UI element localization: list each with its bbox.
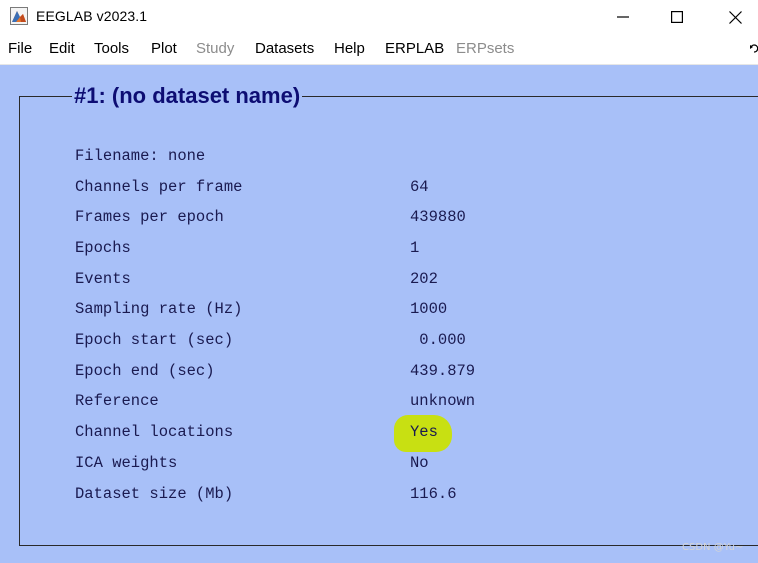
info-value: 1000 — [410, 300, 448, 318]
info-row-channels: Channels per frame 64 — [75, 178, 675, 198]
info-row-epochs: Epochs 1 — [75, 239, 675, 259]
info-label: Channel locations — [75, 423, 234, 441]
minimize-icon — [617, 16, 629, 18]
close-icon — [728, 10, 742, 24]
menu-overflow-icon[interactable] — [749, 42, 758, 56]
info-value: 439.879 — [410, 362, 476, 380]
info-row-reference: Reference unknown — [75, 392, 675, 412]
info-row-events: Events 202 — [75, 270, 675, 290]
info-label: ICA weights — [75, 454, 178, 472]
info-value: unknown — [410, 392, 476, 410]
matlab-icon — [10, 7, 28, 25]
maximize-icon — [671, 11, 683, 23]
info-label: Channels per frame — [75, 178, 243, 196]
info-value: 202 — [410, 270, 438, 288]
info-label: Epochs — [75, 239, 131, 257]
info-value: 116.6 — [410, 485, 457, 503]
info-value: 64 — [410, 178, 429, 196]
info-row-frames: Frames per epoch 439880 — [75, 208, 675, 228]
info-value: 0.000 — [410, 331, 466, 349]
menu-study[interactable]: Study — [196, 40, 234, 57]
info-value: No — [410, 454, 429, 472]
info-label: Filename: none — [75, 147, 206, 165]
menu-file[interactable]: File — [8, 40, 32, 57]
menu-plot[interactable]: Plot — [151, 40, 177, 57]
main-panel: #1: (no dataset name) Filename: none Cha… — [0, 65, 758, 563]
info-row-dataset-size: Dataset size (Mb) 116.6 — [75, 485, 675, 505]
info-label: Dataset size (Mb) — [75, 485, 234, 503]
info-label: Reference — [75, 392, 159, 410]
info-row-filename: Filename: none — [75, 147, 675, 167]
info-value: Yes — [410, 423, 438, 441]
watermark: CSDN @Yu~ — [682, 542, 744, 553]
info-row-sampling-rate: Sampling rate (Hz) 1000 — [75, 300, 675, 320]
info-row-ica-weights: ICA weights No — [75, 454, 675, 474]
info-label: Frames per epoch — [75, 208, 224, 226]
info-label: Epoch start (sec) — [75, 331, 234, 349]
menu-help[interactable]: Help — [334, 40, 365, 57]
title-bar: EEGLAB v2023.1 — [0, 0, 758, 34]
close-button[interactable] — [712, 0, 758, 34]
info-value: 1 — [410, 239, 420, 257]
info-label: Events — [75, 270, 131, 288]
menu-erpsets[interactable]: ERPsets — [456, 40, 514, 57]
menu-erplab[interactable]: ERPLAB — [385, 40, 444, 57]
menu-edit[interactable]: Edit — [49, 40, 75, 57]
info-label: Sampling rate (Hz) — [75, 300, 243, 318]
info-row-epoch-end: Epoch end (sec) 439.879 — [75, 362, 675, 382]
minimize-button[interactable] — [600, 0, 646, 34]
menu-datasets[interactable]: Datasets — [255, 40, 314, 57]
dataset-title: #1: (no dataset name) — [72, 82, 303, 110]
info-row-channel-locations: Channel locations Yes — [75, 423, 675, 443]
menu-tools[interactable]: Tools — [94, 40, 129, 57]
info-value: 439880 — [410, 208, 466, 226]
maximize-button[interactable] — [654, 0, 700, 34]
info-row-epoch-start: Epoch start (sec) 0.000 — [75, 331, 675, 351]
window-title: EEGLAB v2023.1 — [36, 8, 148, 24]
info-label: Epoch end (sec) — [75, 362, 215, 380]
menu-bar: File Edit Tools Plot Study Datasets Help… — [0, 34, 758, 65]
